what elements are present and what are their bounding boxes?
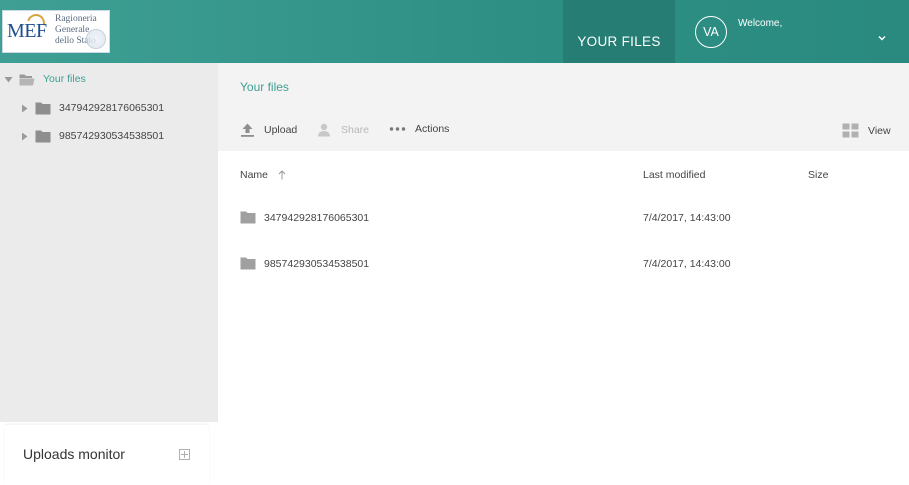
column-header-last-modified[interactable]: Last modified [643,169,705,181]
breadcrumb[interactable]: Your files [240,80,289,94]
mef-logo[interactable]: MEF Ragioneria Generale dello Stato [2,10,110,53]
folder-icon [35,102,51,114]
chevron-down-icon[interactable] [878,34,886,42]
actions-button[interactable]: Actions [389,123,449,135]
files-toolbar: Your files Upload Share Actions View [218,63,909,151]
caret-right-icon[interactable] [20,104,29,113]
column-header-size[interactable]: Size [808,169,828,181]
tree-item-your-files[interactable]: Your files [4,69,86,89]
share-label: Share [341,124,370,136]
avatar-initials: VA [703,25,719,39]
tree-root-label: Your files [43,73,86,85]
share-user-icon [318,123,330,137]
folder-open-icon [19,74,35,85]
nav-your-files[interactable]: YOUR FILES [563,0,675,63]
uploads-monitor-panel[interactable]: Uploads monitor [5,425,209,485]
welcome-text: Welcome, [738,18,783,29]
upload-button[interactable]: Upload [240,123,297,137]
sort-arrow-up-icon[interactable] [278,170,286,180]
share-button[interactable]: Share [317,123,369,137]
view-button[interactable]: View [842,123,891,138]
view-label: View [868,124,891,137]
logo-abbr: MEF [7,20,47,42]
expand-icon[interactable] [179,449,190,460]
caret-down-icon[interactable] [4,75,13,84]
caret-right-icon[interactable] [20,132,29,141]
table-row[interactable]: 985742930534538501 7/4/2017, 14:43:00 [218,255,909,275]
table-row[interactable]: 347942928176065301 7/4/2017, 14:43:00 [218,209,909,229]
actions-label: Actions [415,123,450,135]
app-header: MEF Ragioneria Generale dello Stato YOUR… [0,0,909,63]
tree-item-folder[interactable]: 985742930534538501 [20,126,164,146]
column-header-name[interactable]: Name [240,169,286,181]
row-name[interactable]: 347942928176065301 [264,212,369,224]
uploads-monitor-label: Uploads monitor [23,446,125,462]
row-last-modified: 7/4/2017, 14:43:00 [643,212,731,224]
more-dots-icon [389,127,406,131]
avatar[interactable]: VA [695,16,727,48]
sidebar: Your files 347942928176065301 9857429305… [0,63,218,485]
nav-your-files-label: YOUR FILES [577,34,661,49]
grid-view-icon [842,123,859,138]
row-name[interactable]: 985742930534538501 [264,258,369,270]
files-table: Name Last modified Size 3479429281760653… [218,151,909,422]
folder-icon [240,211,256,224]
column-name-label: Name [240,169,269,181]
row-last-modified: 7/4/2017, 14:43:00 [643,258,731,270]
upload-label: Upload [264,124,298,136]
folder-icon [35,130,51,142]
logo-line-1: Ragioneria [55,14,97,24]
folder-icon [240,257,256,270]
upload-icon [241,123,254,137]
tree-item-label: 347942928176065301 [59,102,165,114]
tree-item-folder[interactable]: 347942928176065301 [20,98,164,118]
seal-icon [86,29,106,49]
tree-item-label: 985742930534538501 [59,130,165,142]
